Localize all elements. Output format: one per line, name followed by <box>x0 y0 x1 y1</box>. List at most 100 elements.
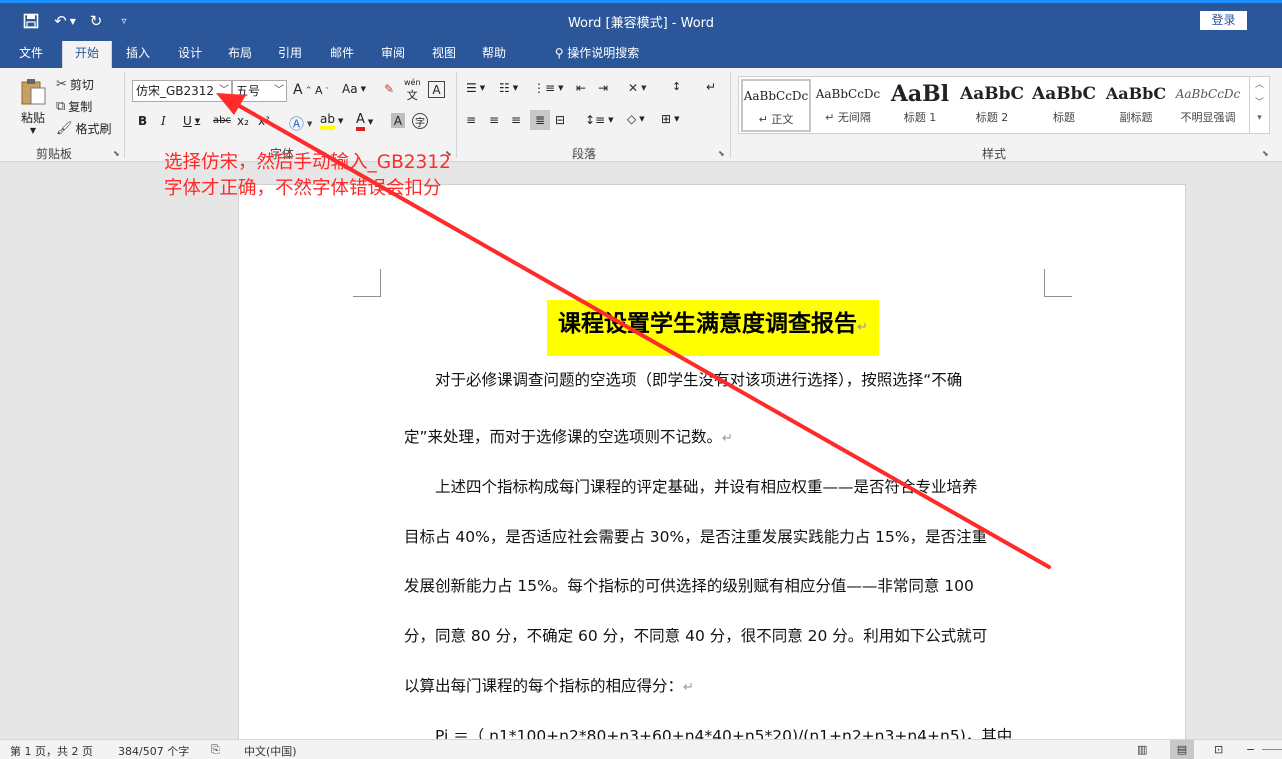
multilevel-list-icon[interactable]: ⋮≡ ▼ <box>533 81 563 95</box>
web-layout-icon[interactable]: ⊡ <box>1214 743 1223 756</box>
chevron-down-icon[interactable]: ﹀ <box>219 81 229 101</box>
paragraph-line[interactable]: 上述四个指标构成每门课程的评定基础，并设有相应权重——是否符合专业培养 <box>404 475 978 497</box>
bold-button[interactable]: B <box>138 114 147 128</box>
tab-references[interactable]: 引用 <box>268 41 312 68</box>
style-preview: AaBbC <box>960 84 1024 104</box>
tell-me-search[interactable]: ⚲ 操作说明搜索 <box>532 41 662 68</box>
page-count[interactable]: 第 1 页，共 2 页 <box>10 743 93 759</box>
grow-font-icon: A <box>293 82 303 98</box>
document-page[interactable] <box>238 184 1186 744</box>
line-text: 以算出每门课程的每个指标的相应得分： <box>404 677 684 695</box>
tab-design[interactable]: 设计 <box>168 41 212 68</box>
language-indicator[interactable]: 中文(中国) <box>244 743 297 759</box>
style-name: 副标题 <box>1119 111 1153 124</box>
tab-home[interactable]: 开始 <box>62 41 112 68</box>
phonetic-guide-button[interactable]: wén 文 <box>404 78 421 103</box>
style-heading-2[interactable]: AaBbC 标题 2 <box>957 79 1027 132</box>
font-size-combo[interactable]: 五号 ﹀ <box>232 80 287 102</box>
paragraph-line[interactable]: 以算出每门课程的每个指标的相应得分：↵ <box>404 674 694 696</box>
line-spacing-icon[interactable]: ↕≡ ▼ <box>585 113 614 127</box>
underline-button[interactable]: U ▼ <box>183 114 200 128</box>
font-color-button[interactable]: A ▼ <box>356 112 373 131</box>
style-subtle-emphasis[interactable]: AaBbCcDc 不明显强调 <box>1173 79 1243 132</box>
style-subtitle[interactable]: AaBbC 副标题 <box>1101 79 1171 132</box>
red-annotation: 选择仿宋，然后手动输入_GB2312 字体才正确，不然字体错误会扣分 <box>164 150 451 202</box>
word-count[interactable]: 384/507 个字 <box>118 743 189 759</box>
chevron-down-icon[interactable]: ﹀ <box>274 81 284 101</box>
align-left-icon[interactable]: ≡ <box>466 113 476 127</box>
text-effects-icon[interactable]: Ⓐ ▼ <box>289 113 312 134</box>
decrease-indent-icon[interactable]: ⇤ <box>576 81 586 95</box>
copy-button[interactable]: ⧉ 复制 <box>56 98 92 115</box>
proofing-icon[interactable]: ⎘ <box>211 743 220 757</box>
format-painter-label: 格式刷 <box>75 122 112 136</box>
justify-icon[interactable]: ≣ <box>530 110 550 130</box>
paragraph-launcher-icon[interactable]: ⬊ <box>718 149 725 158</box>
paste-button[interactable]: 粘贴 ▼ <box>16 76 50 136</box>
scroll-down-icon[interactable]: ﹀ <box>1250 95 1269 113</box>
shading-icon[interactable]: ◇ ▼ <box>627 112 645 126</box>
align-right-icon[interactable]: ≡ <box>511 113 521 127</box>
tab-file[interactable]: 文件 <box>8 41 54 68</box>
distributed-icon[interactable]: ⊟ <box>555 113 565 127</box>
ribbon-home: 粘贴 ▼ ✂ 剪切 ⧉ 复制 🖌 格式刷 剪贴板 ⬊ 仿宋_GB2312 ﹀ 五号 ﹀… <box>0 68 1282 162</box>
paragraph-line[interactable]: 定”来处理，而对于选修课的空选项则不记数。↵ <box>404 425 733 447</box>
paragraph-line[interactable]: 分，同意 80 分，不确定 60 分，不同意 40 分，很不同意 20 分。利用… <box>404 624 987 646</box>
font-name-combo[interactable]: 仿宋_GB2312 ﹀ <box>132 80 232 102</box>
line-text: 对于必修课调查问题的空选项（即学生没有对该项进行选择），按照选择“不确 <box>404 371 963 389</box>
increase-indent-icon[interactable]: ⇥ <box>598 81 608 95</box>
style-normal[interactable]: AaBbCcDc ↵ 正文 <box>741 79 811 132</box>
paragraph-line[interactable]: 目标占 40%，是否适应社会需要占 30%，是否注重发展实践能力占 15%，是否… <box>404 525 987 547</box>
line-text: 目标占 40%，是否适应社会需要占 30%，是否注重发展实践能力占 15%，是否… <box>404 528 988 546</box>
read-mode-icon[interactable]: ▥ <box>1137 743 1147 756</box>
tab-insert[interactable]: 插入 <box>116 41 160 68</box>
lightbulb-icon: ⚲ <box>554 46 568 60</box>
clear-formatting-icon[interactable]: ✎ <box>384 82 394 96</box>
clipboard-launcher-icon[interactable]: ⬊ <box>113 149 120 158</box>
tab-review[interactable]: 审阅 <box>371 41 415 68</box>
bullets-icon[interactable]: ☰ ▼ <box>466 81 485 95</box>
character-shading-icon[interactable]: A <box>391 113 405 128</box>
italic-button[interactable]: I <box>161 114 166 128</box>
superscript-button[interactable]: x² <box>258 114 270 128</box>
subscript-button[interactable]: x₂ <box>237 114 249 128</box>
more-styles-icon[interactable]: ▾ <box>1250 113 1269 131</box>
borders-icon[interactable]: ⊞ ▼ <box>661 112 679 126</box>
enclose-characters-icon[interactable]: 字 <box>412 113 428 129</box>
format-painter-button[interactable]: 🖌 格式刷 <box>56 120 112 137</box>
character-border-icon[interactable]: A <box>428 81 445 98</box>
crop-mark <box>1044 269 1072 297</box>
status-bar: 第 1 页，共 2 页 384/507 个字 ⎘ 中文(中国) ▥ ▤ ⊡ − <box>0 739 1282 759</box>
print-layout-icon[interactable]: ▤ <box>1170 740 1194 759</box>
align-center-icon[interactable]: ≡ <box>489 113 499 127</box>
sort-icon[interactable]: ↕ <box>672 80 681 93</box>
cut-button[interactable]: ✂ 剪切 <box>56 76 94 93</box>
phonetic-label: wén <box>404 78 421 87</box>
highlight-color-button[interactable]: ab ▼ <box>320 112 343 130</box>
paste-icon <box>18 76 48 109</box>
tab-mailings[interactable]: 邮件 <box>320 41 364 68</box>
tab-layout[interactable]: 布局 <box>218 41 262 68</box>
numbering-icon[interactable]: ☷ ▼ <box>499 81 518 95</box>
styles-launcher-icon[interactable]: ⬊ <box>1262 149 1269 158</box>
paragraph-line[interactable]: 对于必修课调查问题的空选项（即学生没有对该项进行选择），按照选择“不确 <box>404 368 962 390</box>
scroll-up-icon[interactable]: ︿ <box>1250 77 1269 95</box>
zoom-slider[interactable] <box>1262 749 1282 750</box>
document-heading[interactable]: 课程设置学生满意度调查报告↵ <box>547 300 879 356</box>
change-case-button[interactable]: Aa ▼ <box>342 82 366 96</box>
strikethrough-button[interactable]: abc <box>213 115 231 126</box>
chinese-layout-icon[interactable]: ✕ ▼ <box>628 81 646 95</box>
paragraph-mark: ↵ <box>722 431 733 446</box>
shrink-font-button[interactable]: Aˇ <box>315 84 329 97</box>
tab-help[interactable]: 帮助 <box>472 41 516 68</box>
show-marks-icon[interactable]: ↵ <box>706 80 716 94</box>
tab-view[interactable]: 视图 <box>422 41 466 68</box>
grow-font-button[interactable]: A ^ <box>293 82 311 98</box>
style-heading-1[interactable]: AaBl 标题 1 <box>885 79 955 132</box>
login-button[interactable]: 登录 <box>1200 11 1247 30</box>
style-no-spacing[interactable]: AaBbCcDc ↵ 无间隔 <box>813 79 883 132</box>
style-name: 标题 <box>1053 111 1075 124</box>
style-title[interactable]: AaBbC 标题 <box>1029 79 1099 132</box>
zoom-out-button[interactable]: − <box>1246 743 1255 756</box>
paragraph-line[interactable]: 发展创新能力占 15%。每个指标的可供选择的级别赋有相应分值——非常同意 100 <box>404 574 974 596</box>
